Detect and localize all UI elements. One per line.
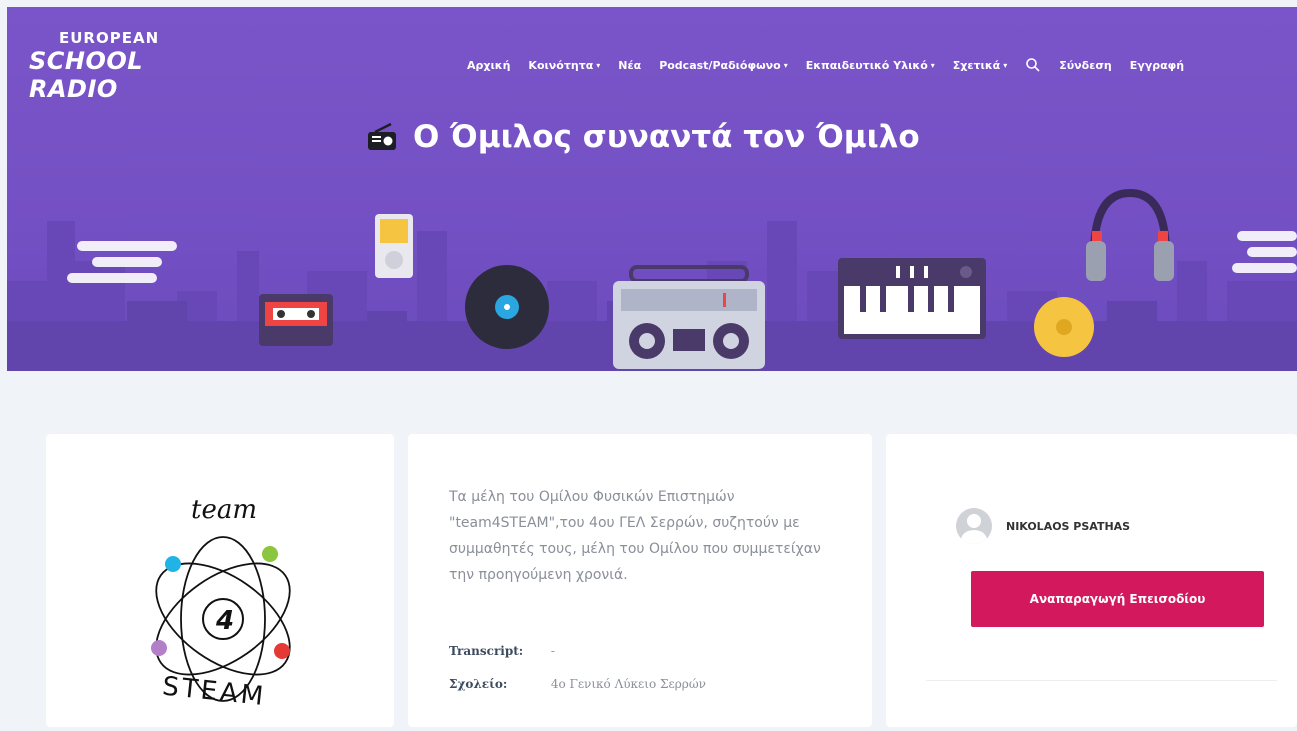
nav-community[interactable]: Κοινότητα ▾ <box>528 59 600 72</box>
transcript-value: - <box>550 644 555 658</box>
site-logo[interactable]: EUROPEAN SCHOOL RADIO <box>29 29 239 103</box>
nav-podcast[interactable]: Podcast/Ραδιόφωνο ▾ <box>659 59 788 72</box>
school-label: Σχολείο: <box>449 677 508 691</box>
nav-news-label: Νέα <box>618 58 642 72</box>
gold-cd-icon <box>1034 297 1094 357</box>
chevron-down-icon: ▾ <box>596 60 601 70</box>
chevron-down-icon: ▾ <box>783 60 788 70</box>
main-navigation: Αρχική Κοινότητα ▾ Νέα Podcast/Ραδιόφωνο… <box>467 55 1297 75</box>
synthesizer-keyboard-icon <box>838 258 986 339</box>
episode-description: Τα μέλη του Ομίλου Φυσικών Επιστημών "te… <box>449 489 821 583</box>
nav-news[interactable]: Νέα <box>618 59 641 72</box>
author-row[interactable]: NIKOLAOS PSATHAS <box>956 508 1130 544</box>
transcript-label: Transcript: <box>449 644 524 658</box>
radio-icon <box>368 123 396 150</box>
logo-line-school-radio: SCHOOL RADIO <box>29 47 144 103</box>
author-name: NIKOLAOS PSATHAS <box>1006 519 1131 533</box>
cassette-icon <box>259 294 333 346</box>
chevron-down-icon: ▾ <box>1003 60 1008 70</box>
nav-community-label: Κοινότητα <box>528 58 594 72</box>
logo-team-text: team <box>191 495 257 525</box>
nav-home[interactable]: Αρχική <box>467 59 510 72</box>
episode-sidebar-card: NIKOLAOS PSATHAS Αναπαραγωγή Επεισοδίου <box>886 434 1297 727</box>
ipod-icon <box>375 214 413 278</box>
team4steam-logo: team 4 STEAM <box>151 495 291 712</box>
boombox-icon <box>613 265 765 369</box>
divider <box>926 680 1277 681</box>
nav-educational-label: Εκπαιδευτικό Υλικό <box>805 58 928 72</box>
episode-image-card: team 4 STEAM <box>46 434 394 727</box>
avatar <box>956 508 992 544</box>
nav-login[interactable]: Σύνδεση <box>1059 59 1112 72</box>
transcript-row: Transcript: - <box>449 644 555 658</box>
nav-podcast-label: Podcast/Ραδιόφωνο <box>659 58 781 72</box>
play-episode-button[interactable]: Αναπαραγωγή Επεισοδίου <box>971 571 1264 627</box>
vinyl-record-icon <box>465 265 549 349</box>
search-icon[interactable] <box>1025 57 1041 73</box>
logo-line-european: EUROPEAN <box>59 29 160 47</box>
page-title-text: Ο Όμιλος συναντά τον Όμιλο <box>413 119 920 155</box>
nav-register[interactable]: Εγγραφή <box>1130 59 1184 72</box>
page-title: Ο Όμιλος συναντά τον Όμιλο <box>367 119 920 155</box>
nav-home-label: Αρχική <box>467 58 511 72</box>
school-row: Σχολείο: 4ο Γενικό Λύκειο Σερρών <box>449 677 706 691</box>
episode-details-card: Τα μέλη του Ομίλου Φυσικών Επιστημών "te… <box>408 434 872 727</box>
nav-about[interactable]: Σχετικά ▾ <box>953 59 1007 72</box>
nav-about-label: Σχετικά <box>952 58 1001 72</box>
chevron-down-icon: ▾ <box>930 60 935 70</box>
logo-four-text: 4 <box>215 606 234 636</box>
nav-educational-material[interactable]: Εκπαιδευτικό Υλικό ▾ <box>806 59 935 72</box>
hero-banner: EUROPEAN SCHOOL RADIO Αρχική Κοινότητα ▾… <box>7 7 1297 371</box>
headphones-icon <box>1086 188 1174 281</box>
school-value[interactable]: 4ο Γενικό Λύκειο Σερρών <box>551 677 706 691</box>
